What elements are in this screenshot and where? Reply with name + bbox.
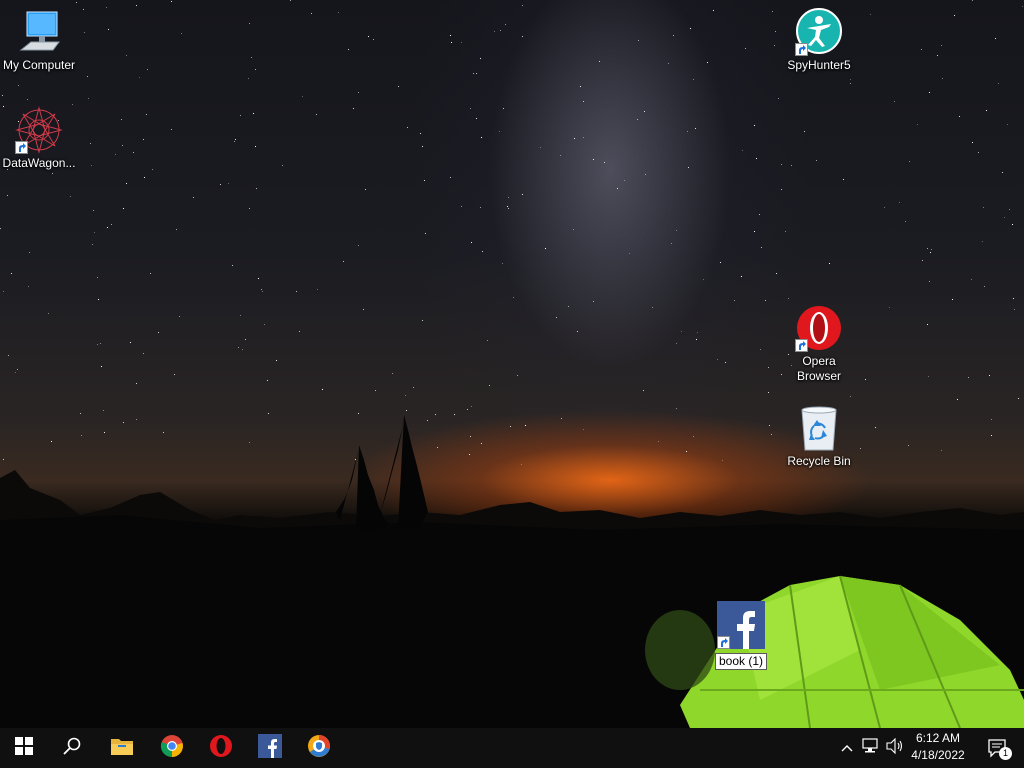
shortcut-arrow-icon [795, 339, 808, 352]
chrome-icon [160, 734, 184, 763]
desktop-icon-label: My Computer [2, 58, 76, 72]
spyhunter-shortcut[interactable]: SpyHunter5 [781, 8, 857, 73]
opera-icon [795, 304, 843, 352]
notification-icon: 1 [987, 737, 1012, 760]
windows-start-icon [15, 736, 33, 760]
file-explorer-button[interactable] [98, 728, 146, 768]
datawagon-icon [15, 106, 63, 154]
desktop-icon-label: DataWagon... [2, 156, 76, 170]
opera-icon [209, 734, 233, 763]
taskbar: 6:12 AM 4/18/2022 1 [0, 728, 1024, 768]
shortcut-arrow-icon [795, 43, 808, 56]
pine-trees [336, 415, 428, 530]
clock-date: 4/18/2022 [911, 748, 965, 762]
show-hidden-icons-button[interactable] [838, 728, 856, 768]
desktop-background[interactable]: My Computer DataWagon... SpyHunter5 Oper… [0, 0, 1024, 728]
action-center-button[interactable]: 1 [978, 728, 1018, 768]
opera-browser-shortcut[interactable]: Opera Browser [781, 304, 857, 384]
shortcut-arrow-icon [717, 636, 730, 649]
desktop-icon-label: Recycle Bin [787, 454, 851, 468]
start-button[interactable] [0, 728, 48, 768]
notification-count-badge: 1 [999, 747, 1012, 760]
search-button[interactable] [48, 728, 96, 768]
my-computer-shortcut[interactable]: My Computer [1, 8, 77, 73]
facebook-icon [258, 733, 282, 763]
recycle-bin-shortcut[interactable]: Recycle Bin [781, 404, 857, 469]
shortcut-arrow-icon [15, 141, 28, 154]
search-icon [63, 737, 81, 760]
network-tray-button[interactable] [860, 728, 882, 768]
facebook-taskbar-button[interactable] [246, 728, 294, 768]
browser-shield-icon [307, 734, 331, 763]
facebook-shortcut[interactable]: book (1) [703, 601, 779, 670]
recycle-bin-icon [795, 404, 843, 452]
desktop-icon-label-selected[interactable]: book (1) [714, 653, 768, 670]
desktop-icon-label: SpyHunter5 [787, 58, 851, 72]
file-explorer-icon [110, 736, 134, 761]
opera-taskbar-button[interactable] [197, 728, 245, 768]
landscape-silhouette [0, 415, 1024, 728]
secure-browser-taskbar-button[interactable] [295, 728, 343, 768]
datawagon-shortcut[interactable]: DataWagon... [1, 106, 77, 171]
chevron-up-icon [841, 739, 853, 757]
network-icon [862, 737, 880, 759]
facebook-icon [717, 601, 765, 649]
clock[interactable]: 6:12 AM 4/18/2022 [900, 730, 976, 766]
chrome-button[interactable] [148, 728, 196, 768]
computer-icon [15, 8, 63, 56]
clock-time: 6:12 AM [915, 731, 961, 745]
spyhunter-icon [795, 8, 843, 56]
desktop-icon-label: Opera Browser [796, 354, 841, 383]
